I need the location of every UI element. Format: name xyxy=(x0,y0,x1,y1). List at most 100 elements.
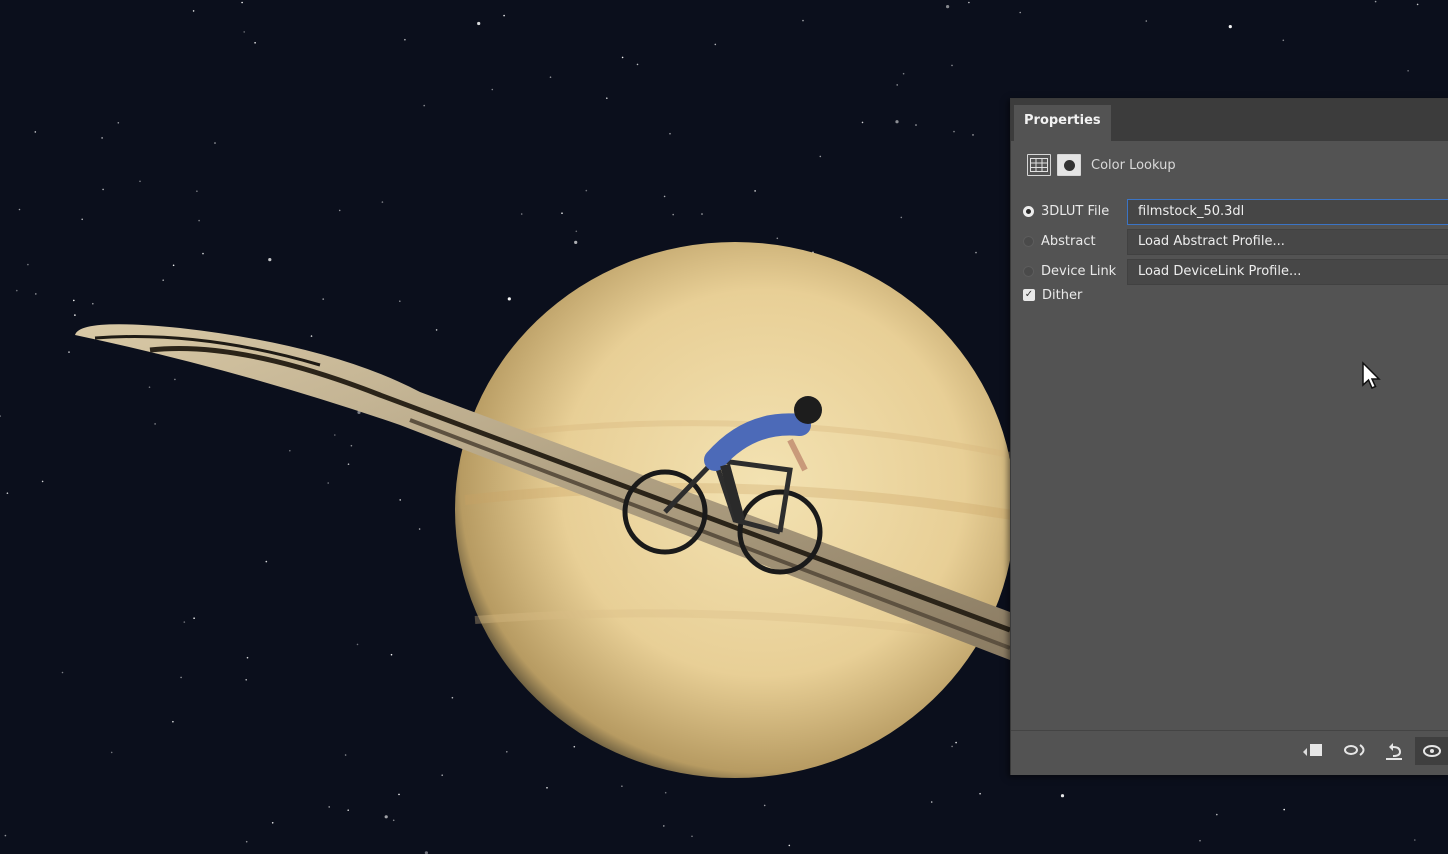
star xyxy=(271,822,274,824)
dither-label: Dither xyxy=(1042,287,1083,303)
star xyxy=(930,801,933,803)
devicelink-profile-dropdown[interactable]: Load DeviceLink Profile... xyxy=(1127,259,1448,285)
star xyxy=(1416,3,1419,6)
star xyxy=(101,137,103,139)
star xyxy=(902,72,905,75)
star xyxy=(861,121,864,124)
star xyxy=(198,219,200,222)
star xyxy=(246,656,249,659)
star xyxy=(953,130,955,133)
tab-properties[interactable]: Properties xyxy=(1014,105,1111,141)
star xyxy=(202,252,204,255)
star xyxy=(895,120,899,124)
star xyxy=(506,751,508,753)
star xyxy=(268,258,272,262)
star xyxy=(423,104,426,107)
star xyxy=(663,195,666,198)
star xyxy=(162,279,164,282)
layer-mask-icon[interactable] xyxy=(1057,154,1081,176)
star xyxy=(900,216,903,219)
option-label: Device Link xyxy=(1041,263,1117,279)
star xyxy=(41,480,44,483)
star xyxy=(68,351,70,353)
star xyxy=(776,237,779,240)
adjustment-grid-icon[interactable] xyxy=(1027,154,1051,176)
star xyxy=(35,293,37,295)
clip-to-layer-icon[interactable] xyxy=(1301,741,1325,764)
star xyxy=(574,240,578,244)
star xyxy=(350,444,353,447)
abstract-profile-dropdown[interactable]: Load Abstract Profile... xyxy=(1127,229,1448,255)
star xyxy=(172,720,174,723)
star xyxy=(322,298,325,300)
star xyxy=(754,190,756,192)
star xyxy=(245,679,247,681)
star xyxy=(174,378,176,381)
mouse-pointer-icon xyxy=(1362,361,1381,389)
star xyxy=(15,289,18,292)
option-abstract[interactable]: Abstract xyxy=(1023,229,1096,253)
star xyxy=(356,643,359,646)
star xyxy=(979,792,981,795)
star xyxy=(102,188,104,191)
star xyxy=(691,835,693,838)
star xyxy=(399,300,401,303)
star xyxy=(951,745,953,748)
star xyxy=(573,745,576,748)
star xyxy=(672,213,674,216)
option-label: Abstract xyxy=(1041,233,1096,249)
star xyxy=(1145,20,1148,22)
star xyxy=(172,264,175,267)
panel-footer xyxy=(1011,730,1448,775)
star xyxy=(575,230,578,233)
dither-checkbox[interactable]: ✓ xyxy=(1023,289,1035,301)
star xyxy=(27,263,29,266)
star xyxy=(507,297,511,301)
reset-icon[interactable] xyxy=(1383,741,1405,766)
star xyxy=(398,793,400,796)
star xyxy=(896,84,898,86)
radio-abstract[interactable] xyxy=(1023,235,1034,247)
star xyxy=(18,208,21,211)
panel-tab-strip: Properties xyxy=(1011,99,1448,141)
3dlut-file-dropdown[interactable]: filmstock_50.3dl xyxy=(1127,199,1448,225)
star xyxy=(435,329,438,331)
star xyxy=(74,314,76,316)
star xyxy=(384,815,388,819)
option-dither[interactable]: ✓ Dither xyxy=(1023,283,1082,307)
star xyxy=(819,155,822,158)
star xyxy=(972,134,974,136)
star xyxy=(491,88,494,91)
star xyxy=(975,251,977,254)
option-3dlut-file[interactable]: 3DLUT File xyxy=(1023,199,1109,223)
star xyxy=(915,124,917,126)
view-previous-state-icon[interactable] xyxy=(1343,741,1369,764)
star xyxy=(328,806,331,808)
star xyxy=(73,299,75,302)
star xyxy=(788,844,791,847)
star xyxy=(61,671,64,674)
star xyxy=(664,791,667,794)
star xyxy=(951,64,953,67)
star xyxy=(1283,808,1285,811)
star xyxy=(701,213,703,215)
star xyxy=(245,840,248,843)
star xyxy=(1216,813,1218,816)
star xyxy=(1060,794,1065,798)
star xyxy=(1019,11,1021,14)
star xyxy=(381,201,384,203)
radio-device-link[interactable] xyxy=(1023,265,1034,277)
option-device-link[interactable]: Device Link xyxy=(1023,259,1116,283)
star xyxy=(606,97,608,99)
star xyxy=(451,696,454,699)
star xyxy=(636,63,639,66)
visibility-eye-icon[interactable] xyxy=(1415,737,1448,765)
star xyxy=(347,809,350,811)
star xyxy=(669,132,671,135)
star xyxy=(392,819,395,822)
star xyxy=(117,122,120,124)
star xyxy=(802,19,804,22)
star xyxy=(344,754,347,756)
star xyxy=(585,189,588,192)
radio-3dlut-file[interactable] xyxy=(1023,205,1034,217)
